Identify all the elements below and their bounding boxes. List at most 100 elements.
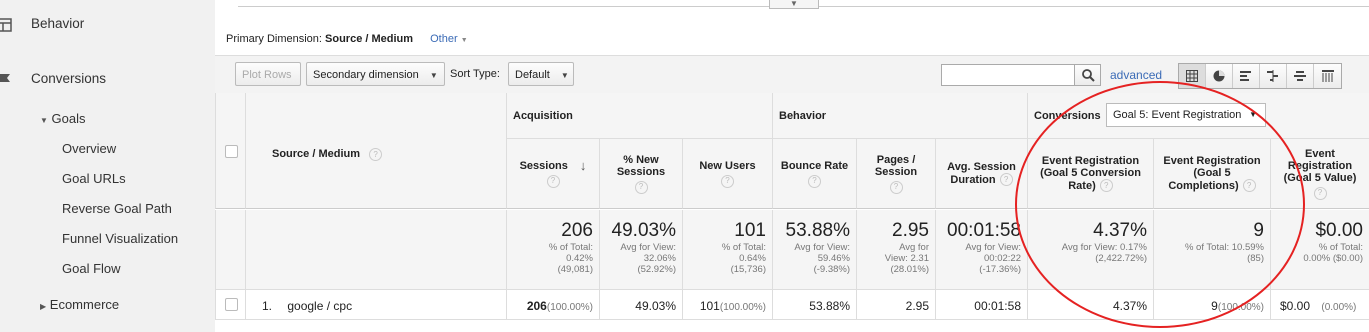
help-icon[interactable]: ? (999, 173, 1013, 186)
totals-conv-rate-delta: (2,422.72%) (1095, 253, 1147, 264)
table-view-button[interactable] (1179, 64, 1206, 88)
help-icon[interactable]: ? (546, 174, 560, 188)
totals-bounce-note: Avg for View: (794, 242, 850, 253)
new-users-header[interactable]: New Users ? (682, 139, 772, 209)
sidebar-item-goal-urls[interactable]: Goal URLs (62, 171, 126, 186)
totals-pct-new-delta: (52.92%) (637, 264, 676, 275)
conv-rate-label-1: Event Registration (1041, 155, 1140, 167)
conversions-group-header: Conversions Goal 5: Event Registration ▼ (1027, 93, 1369, 139)
view-switcher (1178, 63, 1342, 89)
primary-dimension-value[interactable]: Source / Medium (325, 33, 413, 45)
goal-select-dropdown[interactable]: Goal 5: Event Registration ▼ (1106, 103, 1266, 127)
totals-bounce-delta: (-9.38%) (813, 264, 850, 275)
help-icon[interactable]: ? (721, 174, 734, 188)
advanced-link[interactable]: advanced (1110, 68, 1162, 82)
totals-label-cell (245, 210, 506, 290)
pie-chart-icon (1213, 70, 1225, 82)
conversions-group-label: Conversions (1034, 110, 1101, 122)
bounce-rate-header[interactable]: Bounce Rate ? (772, 139, 856, 209)
pct-new-sessions-header[interactable]: % New Sessions ? (599, 139, 682, 209)
row-value-pct: (0.00%) (1321, 302, 1357, 313)
sessions-header-label: Sessions (519, 159, 568, 172)
caret-down-icon: ▼ (460, 37, 468, 44)
row-pct-new: 49.03% (599, 290, 682, 320)
help-icon[interactable]: ? (1099, 179, 1113, 192)
source-medium-header-label: Source / Medium (272, 148, 361, 160)
sidebar-item-goal-flow[interactable]: Goal Flow (62, 261, 121, 276)
acquisition-group-header: Acquisition (506, 93, 772, 139)
performance-view-button[interactable] (1233, 64, 1260, 88)
totals-bounce-value: 53.88% (785, 220, 850, 241)
value-label-3: (Goal 5 Value) (1283, 171, 1357, 184)
select-all-checkbox[interactable] (225, 145, 238, 158)
primary-dimension-bar: Primary Dimension: Source / Medium Other… (226, 33, 468, 45)
source-medium-header[interactable]: Source / Medium ? (245, 93, 506, 209)
row-sessions-value: 206 (526, 299, 547, 313)
pivot-view-button[interactable] (1314, 64, 1341, 88)
comparison-view-button[interactable] (1260, 64, 1287, 88)
sidebar-item-reverse-goal-path[interactable]: Reverse Goal Path (62, 201, 172, 216)
totals-pages-note: Avg for (899, 242, 929, 253)
grid-icon (1186, 70, 1198, 82)
plot-rows-button[interactable]: Plot Rows (235, 62, 301, 86)
totals-blank-cell (215, 210, 245, 290)
caret-right-icon: ▶ (40, 302, 47, 311)
row-checkbox[interactable] (225, 298, 238, 311)
help-icon[interactable]: ? (634, 180, 648, 194)
totals-completions-total: (85) (1247, 253, 1264, 264)
totals-pct-new-avg: 32.06% (643, 253, 676, 264)
value-header[interactable]: Event Registration (Goal 5 Value) ? (1270, 139, 1369, 209)
sidebar-item-behavior-label: Behavior (31, 16, 85, 31)
table-toolbar: Plot Rows Secondary dimension ▼ Sort Typ… (215, 55, 1369, 94)
sidebar-item-ecommerce[interactable]: ▶ Ecommerce (40, 297, 119, 312)
sidebar-item-overview[interactable]: Overview (62, 141, 116, 156)
term-cloud-view-button[interactable] (1287, 64, 1314, 88)
behavior-icon (0, 18, 12, 32)
sort-type-dropdown[interactable]: Default ▼ (508, 62, 574, 86)
other-dimension-link[interactable]: Other ▼ (430, 33, 468, 45)
totals-pages-delta: (28.01%) (890, 264, 929, 275)
search-button[interactable] (1074, 64, 1101, 86)
term-cloud-icon (1294, 71, 1306, 81)
row-source-link[interactable]: google / cpc (287, 299, 352, 313)
pie-view-button[interactable] (1206, 64, 1233, 88)
completions-header[interactable]: Event Registration (Goal 5 Completions) … (1153, 139, 1270, 209)
avg-session-duration-header[interactable]: Avg. Session Duration ? (935, 139, 1027, 209)
select-all-header (215, 93, 245, 209)
sidebar-item-ecommerce-label: Ecommerce (49, 297, 120, 312)
help-icon[interactable]: ? (808, 174, 821, 188)
row-sessions: 206(100.00%) (506, 290, 599, 320)
totals-pages-avg: View: 2.31 (884, 253, 929, 264)
help-icon[interactable]: ? (889, 180, 903, 194)
sort-type-label: Sort Type: (450, 68, 500, 80)
totals-value-note: % of Total: (1318, 242, 1363, 253)
totals-duration-value: 00:01:58 (947, 220, 1021, 241)
totals-pct-new-value: 49.03% (611, 220, 676, 241)
conv-rate-header[interactable]: Event Registration (Goal 5 Conversion Ra… (1027, 139, 1153, 209)
sort-arrow-down-icon: ↓ (579, 157, 587, 173)
sort-type-value: Default (515, 69, 550, 81)
sidebar-item-funnel-visualization[interactable]: Funnel Visualization (62, 231, 178, 246)
collapse-toggle[interactable]: ▼ (769, 0, 819, 9)
help-icon[interactable]: ? (1242, 179, 1256, 192)
flag-icon (0, 74, 10, 82)
totals-conv-rate-value: 4.37% (1093, 220, 1147, 241)
totals-bounce-avg: 59.46% (817, 253, 850, 264)
sidebar-item-goals-label: Goals (51, 111, 86, 126)
totals-bounce: 53.88% Avg for View: 59.46% (-9.38%) (772, 210, 856, 290)
help-icon[interactable]: ? (1313, 186, 1327, 200)
sessions-header[interactable]: Sessions ↓ ? (506, 139, 599, 209)
other-dimension-label: Other (430, 33, 458, 45)
secondary-dimension-label: Secondary dimension (313, 69, 419, 81)
row-bounce: 53.88% (772, 290, 856, 320)
avg-session-label-1: Avg. Session (947, 161, 1016, 173)
secondary-dimension-dropdown[interactable]: Secondary dimension ▼ (306, 62, 445, 86)
chevron-down-icon: ▼ (790, 0, 798, 8)
primary-dimension-label: Primary Dimension: (226, 33, 322, 45)
sidebar-item-goals[interactable]: ▼ Goals (40, 111, 86, 126)
sidebar: Behavior Conversions ▼ Goals Overview Go… (0, 0, 215, 332)
pages-session-header[interactable]: Pages / Session ? (856, 139, 935, 209)
totals-sessions: 206 % of Total: 0.42% (49,081) (506, 210, 599, 290)
help-icon[interactable]: ? (369, 148, 383, 161)
comparison-icon (1267, 70, 1278, 82)
